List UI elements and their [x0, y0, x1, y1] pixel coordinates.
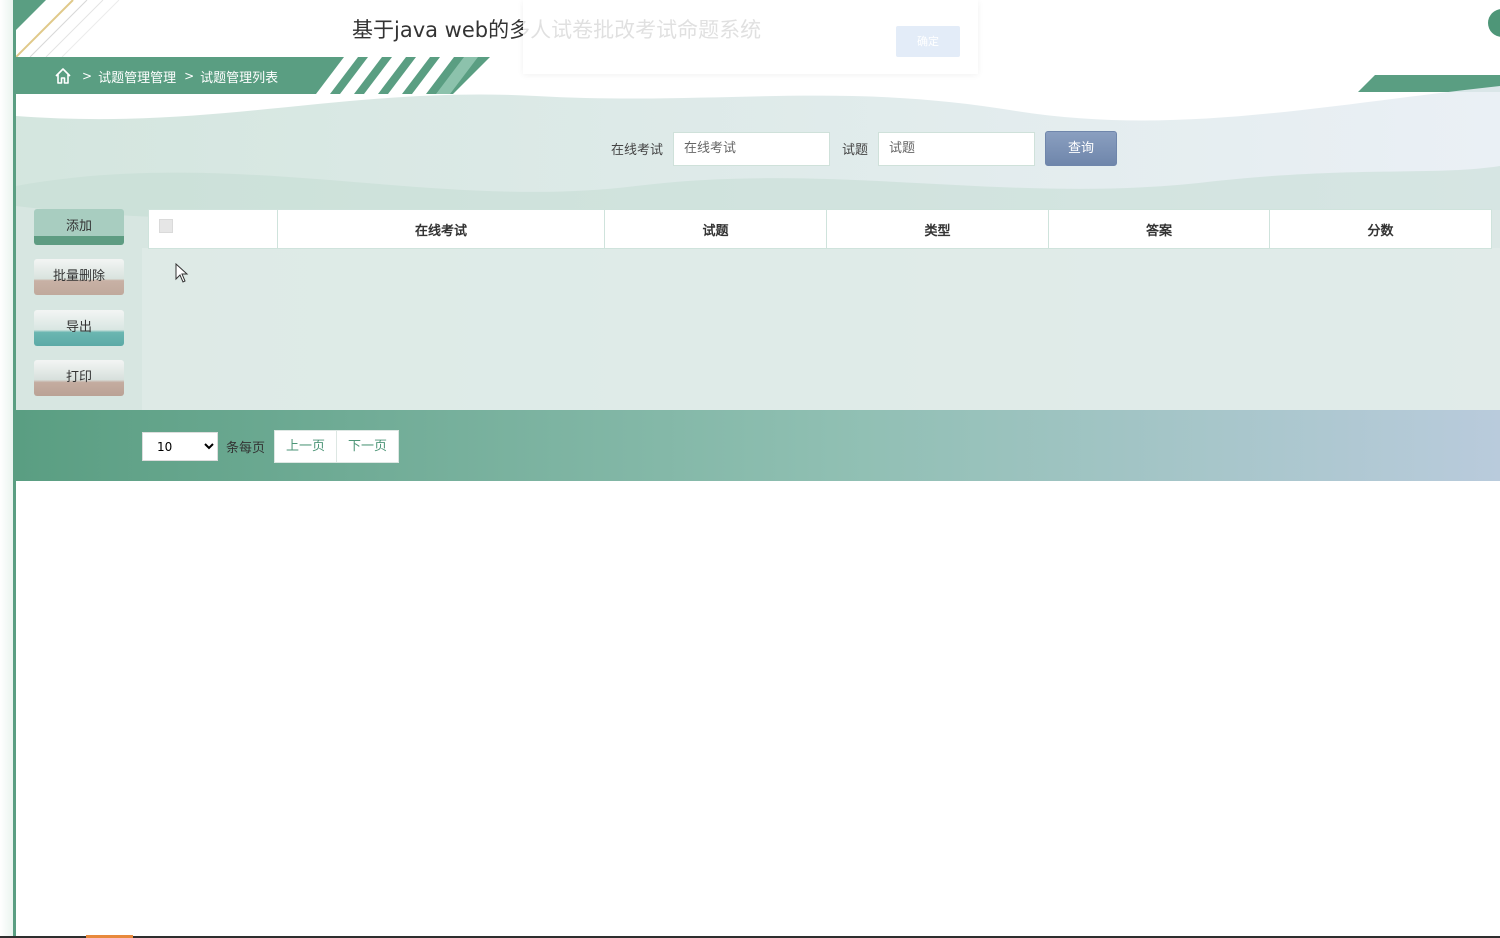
export-button[interactable]: 导出	[34, 310, 124, 346]
query-button[interactable]: 查询	[1045, 131, 1118, 166]
next-page-button[interactable]: 下一页	[336, 431, 399, 462]
mouse-cursor-icon	[175, 263, 189, 283]
fading-dialog: 确定	[523, 0, 978, 74]
column-header-type: 类型	[826, 209, 1049, 249]
pagination: 10 条每页 上一页 下一页	[142, 430, 400, 463]
dialog-confirm-button[interactable]: 确定	[896, 26, 960, 57]
select-all-cell	[148, 209, 278, 249]
page-nav: 上一页 下一页	[274, 430, 400, 463]
breadcrumb-separator: >	[82, 69, 93, 83]
home-icon[interactable]	[54, 67, 72, 85]
table-body	[142, 248, 1500, 410]
question-label: 试题	[842, 143, 869, 158]
column-header-score: 分数	[1269, 209, 1492, 249]
breadcrumb: > 试题管理管理 > 试题管理列表	[54, 66, 286, 86]
breadcrumb-separator: >	[184, 69, 195, 83]
table-header-row: 在线考试 试题 类型 答案 分数	[148, 209, 1492, 249]
exam-search-input[interactable]	[673, 131, 831, 166]
breadcrumb-item-question-list: 试题管理列表	[200, 70, 279, 86]
exam-label: 在线考试	[611, 143, 664, 158]
left-frame	[0, 0, 16, 938]
user-avatar[interactable]	[1488, 9, 1500, 37]
per-page-label: 条每页	[226, 441, 266, 456]
breadcrumb-item-question-management[interactable]: 试题管理管理	[98, 67, 176, 86]
column-header-question: 试题	[604, 209, 827, 249]
batch-delete-button[interactable]: 批量删除	[34, 259, 124, 295]
add-button[interactable]: 添加	[34, 209, 124, 245]
header-decoration	[16, 0, 126, 57]
print-button[interactable]: 打印	[34, 360, 124, 396]
column-header-exam: 在线考试	[277, 209, 605, 249]
column-header-answer: 答案	[1048, 209, 1270, 249]
prev-page-button[interactable]: 上一页	[275, 431, 337, 462]
page-size-select[interactable]: 10	[142, 432, 218, 461]
select-all-checkbox[interactable]	[159, 219, 173, 233]
question-table: 在线考试 试题 类型 答案 分数	[142, 209, 1500, 410]
question-search-input[interactable]	[878, 131, 1036, 166]
search-form: 在线考试 试题 查询	[611, 131, 1118, 166]
